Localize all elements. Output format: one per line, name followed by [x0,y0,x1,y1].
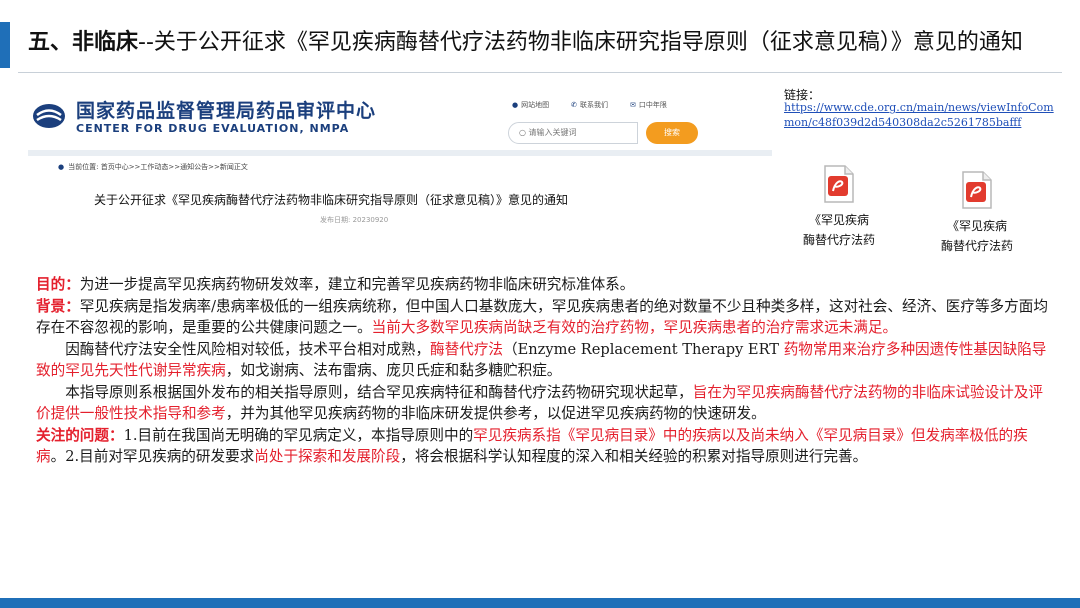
footer-accent-bar [0,598,1080,608]
search-input[interactable]: ○ 请输入关键词 [508,122,638,144]
body-text: 目的：为进一步提高罕见疾病药物研发效率，建立和完善罕见疾病药物非临床研究标准体系… [36,274,1056,468]
purpose-paragraph: 目的：为进一步提高罕见疾病药物研发效率，建立和完善罕见疾病药物非临床研究标准体系… [36,276,635,293]
title-prefix: 五、非临床 [28,30,139,55]
search-button[interactable]: 搜索 [646,122,698,144]
guideline-paragraph: 本指导原则系根据国外发布的相关指导原则，结合罕见疾病特征和酶替代疗法药物研究现状… [36,383,1043,423]
website-divider [28,150,772,156]
top-link-mail[interactable]: ✉ 口中年限 [630,100,667,110]
top-link-contact[interactable]: ✆ 联系我们 [571,100,608,110]
attachment-2[interactable]: 《罕见疾病 酶替代疗法药 [922,170,1032,256]
cde-logo-icon [33,104,65,128]
source-link[interactable]: https://www.cde.org.cn/main/news/viewInf… [784,100,1064,130]
notice-title[interactable]: 关于公开征求《罕见疾病酶替代疗法药物非临床研究指导原则（征求意见稿）》意见的通知 [94,191,568,208]
location-pin-icon: ● [58,163,65,171]
attachment-2-name: 《罕见疾病 酶替代疗法药 [940,219,1013,253]
site-name-cn: 国家药品监督管理局药品审评中心 [76,100,377,122]
pdf-file-icon [962,171,992,209]
site-name-en: CENTER FOR DRUG EVALUATION, NMPA [76,122,350,135]
top-links: ● 网站地图 ✆ 联系我们 ✉ 口中年限 [512,100,667,110]
phone-icon: ✆ [571,101,577,109]
title-rest: --关于公开征求《罕见疾病酶替代疗法药物非临床研究指导原则（征求意见稿）》意见的… [138,30,1023,55]
publish-date: 发布日期: 20230920 [320,216,389,224]
search-icon: ○ [519,128,529,137]
top-link-sitemap[interactable]: ● 网站地图 [512,100,549,110]
title-accent-bar [0,22,10,68]
location-pin-icon: ● [512,101,519,109]
ert-paragraph: 因酶替代疗法安全性风险相对较低，技术平台相对成熟，酶替代疗法（Enzyme Re… [36,340,1047,380]
background-paragraph: 背景：罕见疾病是指发病率/患病率极低的一组疾病统称，但中国人口基数庞大，罕见疾病… [36,297,1048,337]
pdf-file-icon [824,165,854,203]
slide-title: 五、非临床--关于公开征求《罕见疾病酶替代疗法药物非临床研究指导原则（征求意见稿… [28,26,1068,60]
focus-paragraph: 关注的问题：1.目前在我国尚无明确的罕见病定义，本指导原则中的罕见疾病系指《罕见… [36,426,1028,466]
breadcrumb: ● 当前位置: 首页中心>>工作动态>>通知公告>>新闻正文 [58,163,248,171]
attachment-1-name: 《罕见疾病 酶替代疗法药 [802,213,875,247]
website-header: 国家药品监督管理局药品审评中心 CENTER FOR DRUG EVALUATI… [28,88,772,146]
attachment-1[interactable]: 《罕见疾病 酶替代疗法药 [784,164,894,250]
mail-icon: ✉ [629,101,636,109]
website-screenshot: 国家药品监督管理局药品审评中心 CENTER FOR DRUG EVALUATI… [28,88,772,228]
title-divider [18,72,1062,73]
